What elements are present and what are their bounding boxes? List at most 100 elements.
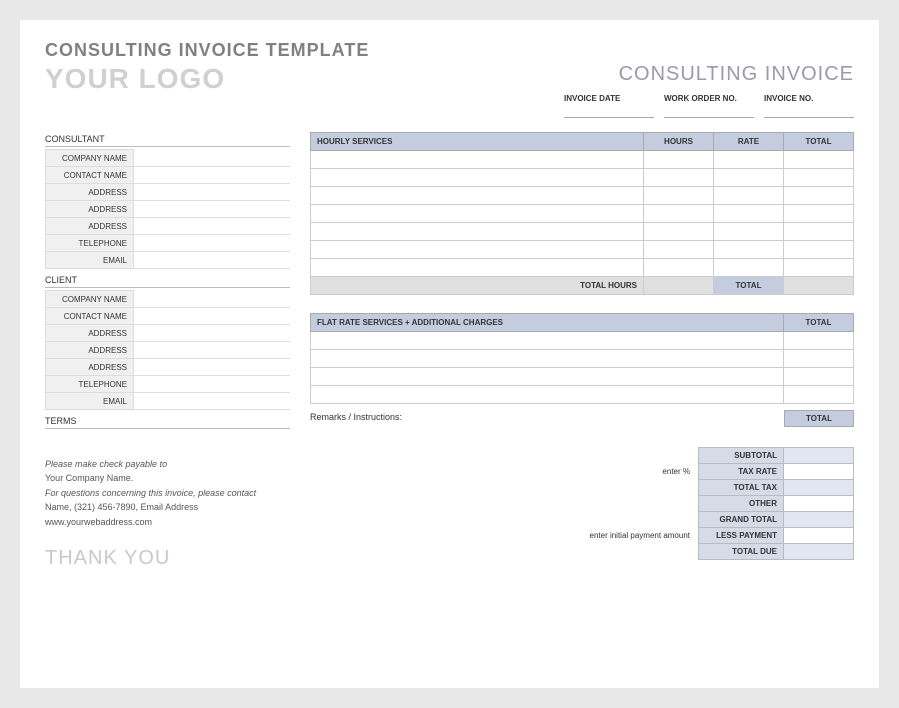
hourly-summary-row: TOTAL HOURS TOTAL xyxy=(311,277,854,295)
client-address3-value[interactable] xyxy=(134,359,291,376)
consultant-address2-label: ADDRESS xyxy=(46,201,134,218)
flat-sum-total-label: TOTAL xyxy=(784,410,854,427)
right-column: HOURLY SERVICES HOURS RATE TOTAL TOTAL H… xyxy=(310,128,854,570)
subtotal-label: SUBTOTAL xyxy=(699,448,784,464)
less-payment-value[interactable] xyxy=(784,528,854,544)
total-hours-value xyxy=(644,277,714,295)
client-contact-value[interactable] xyxy=(134,308,291,325)
client-address2-label: ADDRESS xyxy=(46,342,134,359)
client-company-value[interactable] xyxy=(134,291,291,308)
consultant-table: COMPANY NAME CONTACT NAME ADDRESS ADDRES… xyxy=(45,149,290,269)
header-row: YOUR LOGO CONSULTING INVOICE INVOICE DAT… xyxy=(45,63,854,118)
flat-row[interactable] xyxy=(311,368,854,386)
contact-info: Name, (321) 456-7890, Email Address xyxy=(45,500,290,514)
invoice-no-field[interactable]: INVOICE NO. xyxy=(764,94,854,118)
consultant-email-value[interactable] xyxy=(134,252,291,269)
thank-you: THANK YOU xyxy=(45,547,290,570)
invoice-date-value[interactable] xyxy=(564,104,654,118)
consultant-section-label: CONSULTANT xyxy=(45,134,290,147)
hourly-row[interactable] xyxy=(311,259,854,277)
client-telephone-label: TELEPHONE xyxy=(46,376,134,393)
consultant-email-label: EMAIL xyxy=(46,252,134,269)
flat-total-header: TOTAL xyxy=(784,314,854,332)
consultant-address1-value[interactable] xyxy=(134,184,291,201)
invoice-title: CONSULTING INVOICE xyxy=(564,63,854,86)
footer-text: Please make check payable to Your Compan… xyxy=(45,457,290,529)
grand-total-label: GRAND TOTAL xyxy=(699,512,784,528)
other-value[interactable] xyxy=(784,496,854,512)
tax-rate-value[interactable] xyxy=(784,464,854,480)
hourly-row[interactable] xyxy=(311,169,854,187)
hourly-total-value xyxy=(784,277,854,295)
client-section-label: CLIENT xyxy=(45,275,290,288)
client-address2-value[interactable] xyxy=(134,342,291,359)
remarks-label: Remarks / Instructions: xyxy=(310,412,402,422)
page-title: CONSULTING INVOICE TEMPLATE xyxy=(45,40,854,61)
client-company-label: COMPANY NAME xyxy=(46,291,134,308)
consultant-telephone-value[interactable] xyxy=(134,235,291,252)
client-telephone-value[interactable] xyxy=(134,376,291,393)
total-tax-value xyxy=(784,480,854,496)
client-email-value[interactable] xyxy=(134,393,291,410)
consultant-address3-label: ADDRESS xyxy=(46,218,134,235)
total-due-value xyxy=(784,544,854,560)
total-hours-label: TOTAL HOURS xyxy=(311,277,644,295)
hourly-row[interactable] xyxy=(311,187,854,205)
subtotal-value xyxy=(784,448,854,464)
consultant-address2-value[interactable] xyxy=(134,201,291,218)
tax-rate-label: TAX RATE xyxy=(699,464,784,480)
flat-total-box: TOTAL xyxy=(784,410,854,427)
payable-company: Your Company Name. xyxy=(45,471,290,485)
flat-row[interactable] xyxy=(311,332,854,350)
flat-row[interactable] xyxy=(311,386,854,404)
invoice-no-value[interactable] xyxy=(764,104,854,118)
consultant-company-value[interactable] xyxy=(134,150,291,167)
payable-label: Please make check payable to xyxy=(45,457,290,471)
invoice-date-field[interactable]: INVOICE DATE xyxy=(564,94,654,118)
invoice-no-label: INVOICE NO. xyxy=(764,94,854,104)
total-due-label: TOTAL DUE xyxy=(699,544,784,560)
hourly-header: HOURLY SERVICES xyxy=(311,133,644,151)
hourly-total-label: TOTAL xyxy=(714,277,784,295)
flat-header: FLAT RATE SERVICES + ADDITIONAL CHARGES xyxy=(311,314,784,332)
consultant-telephone-label: TELEPHONE xyxy=(46,235,134,252)
consultant-company-label: COMPANY NAME xyxy=(46,150,134,167)
hourly-row[interactable] xyxy=(311,151,854,169)
total-header: TOTAL xyxy=(784,133,854,151)
totals-section: SUBTOTAL enter % TAX RATE TOTAL TAX xyxy=(310,447,854,560)
total-tax-label: TOTAL TAX xyxy=(699,480,784,496)
other-label: OTHER xyxy=(699,496,784,512)
invoice-page: CONSULTING INVOICE TEMPLATE YOUR LOGO CO… xyxy=(20,20,879,688)
main-area: CONSULTANT COMPANY NAME CONTACT NAME ADD… xyxy=(45,128,854,570)
logo-placeholder: YOUR LOGO xyxy=(45,63,225,95)
client-email-label: EMAIL xyxy=(46,393,134,410)
invoice-date-label: INVOICE DATE xyxy=(564,94,654,104)
hourly-services-table: HOURLY SERVICES HOURS RATE TOTAL TOTAL H… xyxy=(310,132,854,295)
subtotal-note xyxy=(584,448,699,464)
hours-header: HOURS xyxy=(644,133,714,151)
invoice-meta: INVOICE DATE WORK ORDER NO. INVOICE NO. xyxy=(564,94,854,118)
work-order-value[interactable] xyxy=(664,104,754,118)
flat-row[interactable] xyxy=(311,350,854,368)
grand-total-value xyxy=(784,512,854,528)
client-address3-label: ADDRESS xyxy=(46,359,134,376)
consultant-address1-label: ADDRESS xyxy=(46,184,134,201)
left-column: CONSULTANT COMPANY NAME CONTACT NAME ADD… xyxy=(45,128,290,570)
work-order-field[interactable]: WORK ORDER NO. xyxy=(664,94,754,118)
less-payment-note: enter initial payment amount xyxy=(584,528,699,544)
consultant-contact-value[interactable] xyxy=(134,167,291,184)
client-address1-label: ADDRESS xyxy=(46,325,134,342)
questions-label: For questions concerning this invoice, p… xyxy=(45,486,290,500)
hourly-row[interactable] xyxy=(311,241,854,259)
client-address1-value[interactable] xyxy=(134,325,291,342)
hourly-row[interactable] xyxy=(311,223,854,241)
work-order-label: WORK ORDER NO. xyxy=(664,94,754,104)
consultant-contact-label: CONTACT NAME xyxy=(46,167,134,184)
totals-table: SUBTOTAL enter % TAX RATE TOTAL TAX xyxy=(584,447,855,560)
flat-rate-table: FLAT RATE SERVICES + ADDITIONAL CHARGES … xyxy=(310,313,854,404)
less-payment-label: LESS PAYMENT xyxy=(699,528,784,544)
consultant-address3-value[interactable] xyxy=(134,218,291,235)
terms-section-label: TERMS xyxy=(45,416,290,429)
tax-rate-note: enter % xyxy=(584,464,699,480)
hourly-row[interactable] xyxy=(311,205,854,223)
